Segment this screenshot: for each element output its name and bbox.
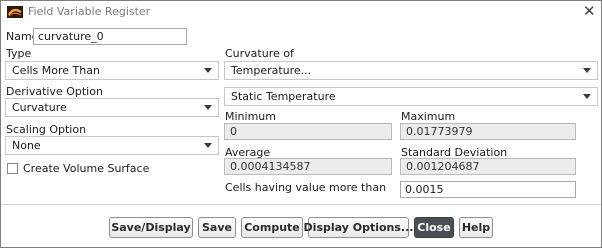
close-icon[interactable]: ✕: [583, 3, 596, 20]
compute-button[interactable]: Compute: [241, 217, 303, 238]
name-input[interactable]: [33, 28, 187, 45]
chevron-down-icon: [583, 68, 591, 73]
volume-surface-label: Create Volume Surface: [23, 162, 150, 175]
derivative-selected: Curvature: [12, 101, 67, 114]
chevron-down-icon: [583, 94, 591, 99]
maximum-label: Maximum: [401, 110, 456, 123]
maximum-value: 0.01773979: [400, 123, 576, 140]
window-title: Field Variable Register: [28, 5, 151, 18]
chevron-down-icon: [204, 143, 212, 148]
save-button[interactable]: Save: [198, 217, 236, 238]
type-dropdown[interactable]: Cells More Than: [5, 61, 219, 80]
type-selected: Cells More Than: [12, 64, 100, 77]
minimum-value: 0: [224, 123, 392, 140]
footer-divider: [1, 204, 601, 205]
volume-surface-checkbox[interactable]: [7, 163, 18, 174]
minimum-label: Minimum: [225, 110, 276, 123]
curvature-of-selected: Temperature...: [231, 64, 312, 77]
derivative-label: Derivative Option: [6, 85, 103, 98]
curvature-sub-dropdown[interactable]: Static Temperature: [224, 87, 598, 106]
title-bar: Field Variable Register ✕: [1, 1, 601, 23]
save-display-button[interactable]: Save/Display: [109, 217, 193, 238]
chevron-down-icon: [204, 105, 212, 110]
scaling-selected: None: [12, 139, 41, 152]
fluent-app-icon: [7, 6, 23, 18]
curvature-of-dropdown[interactable]: Temperature...: [224, 61, 598, 80]
derivative-dropdown[interactable]: Curvature: [5, 98, 219, 117]
stddev-value: 0.001204687: [400, 158, 576, 175]
display-options-button[interactable]: Display Options...: [304, 217, 413, 238]
help-button[interactable]: Help: [459, 217, 493, 238]
curvature-sub-selected: Static Temperature: [231, 90, 336, 103]
threshold-label: Cells having value more than: [225, 181, 387, 194]
threshold-input[interactable]: [400, 181, 576, 198]
average-value: 0.0004134587: [224, 158, 392, 175]
close-button[interactable]: Close: [414, 217, 454, 238]
curvature-of-label: Curvature of: [225, 47, 294, 60]
type-label: Type: [6, 47, 32, 60]
chevron-down-icon: [204, 68, 212, 73]
scaling-label: Scaling Option: [6, 123, 87, 136]
scaling-dropdown[interactable]: None: [5, 136, 219, 155]
dialog-window: Field Variable Register ✕ Name Type Cell…: [0, 0, 602, 248]
